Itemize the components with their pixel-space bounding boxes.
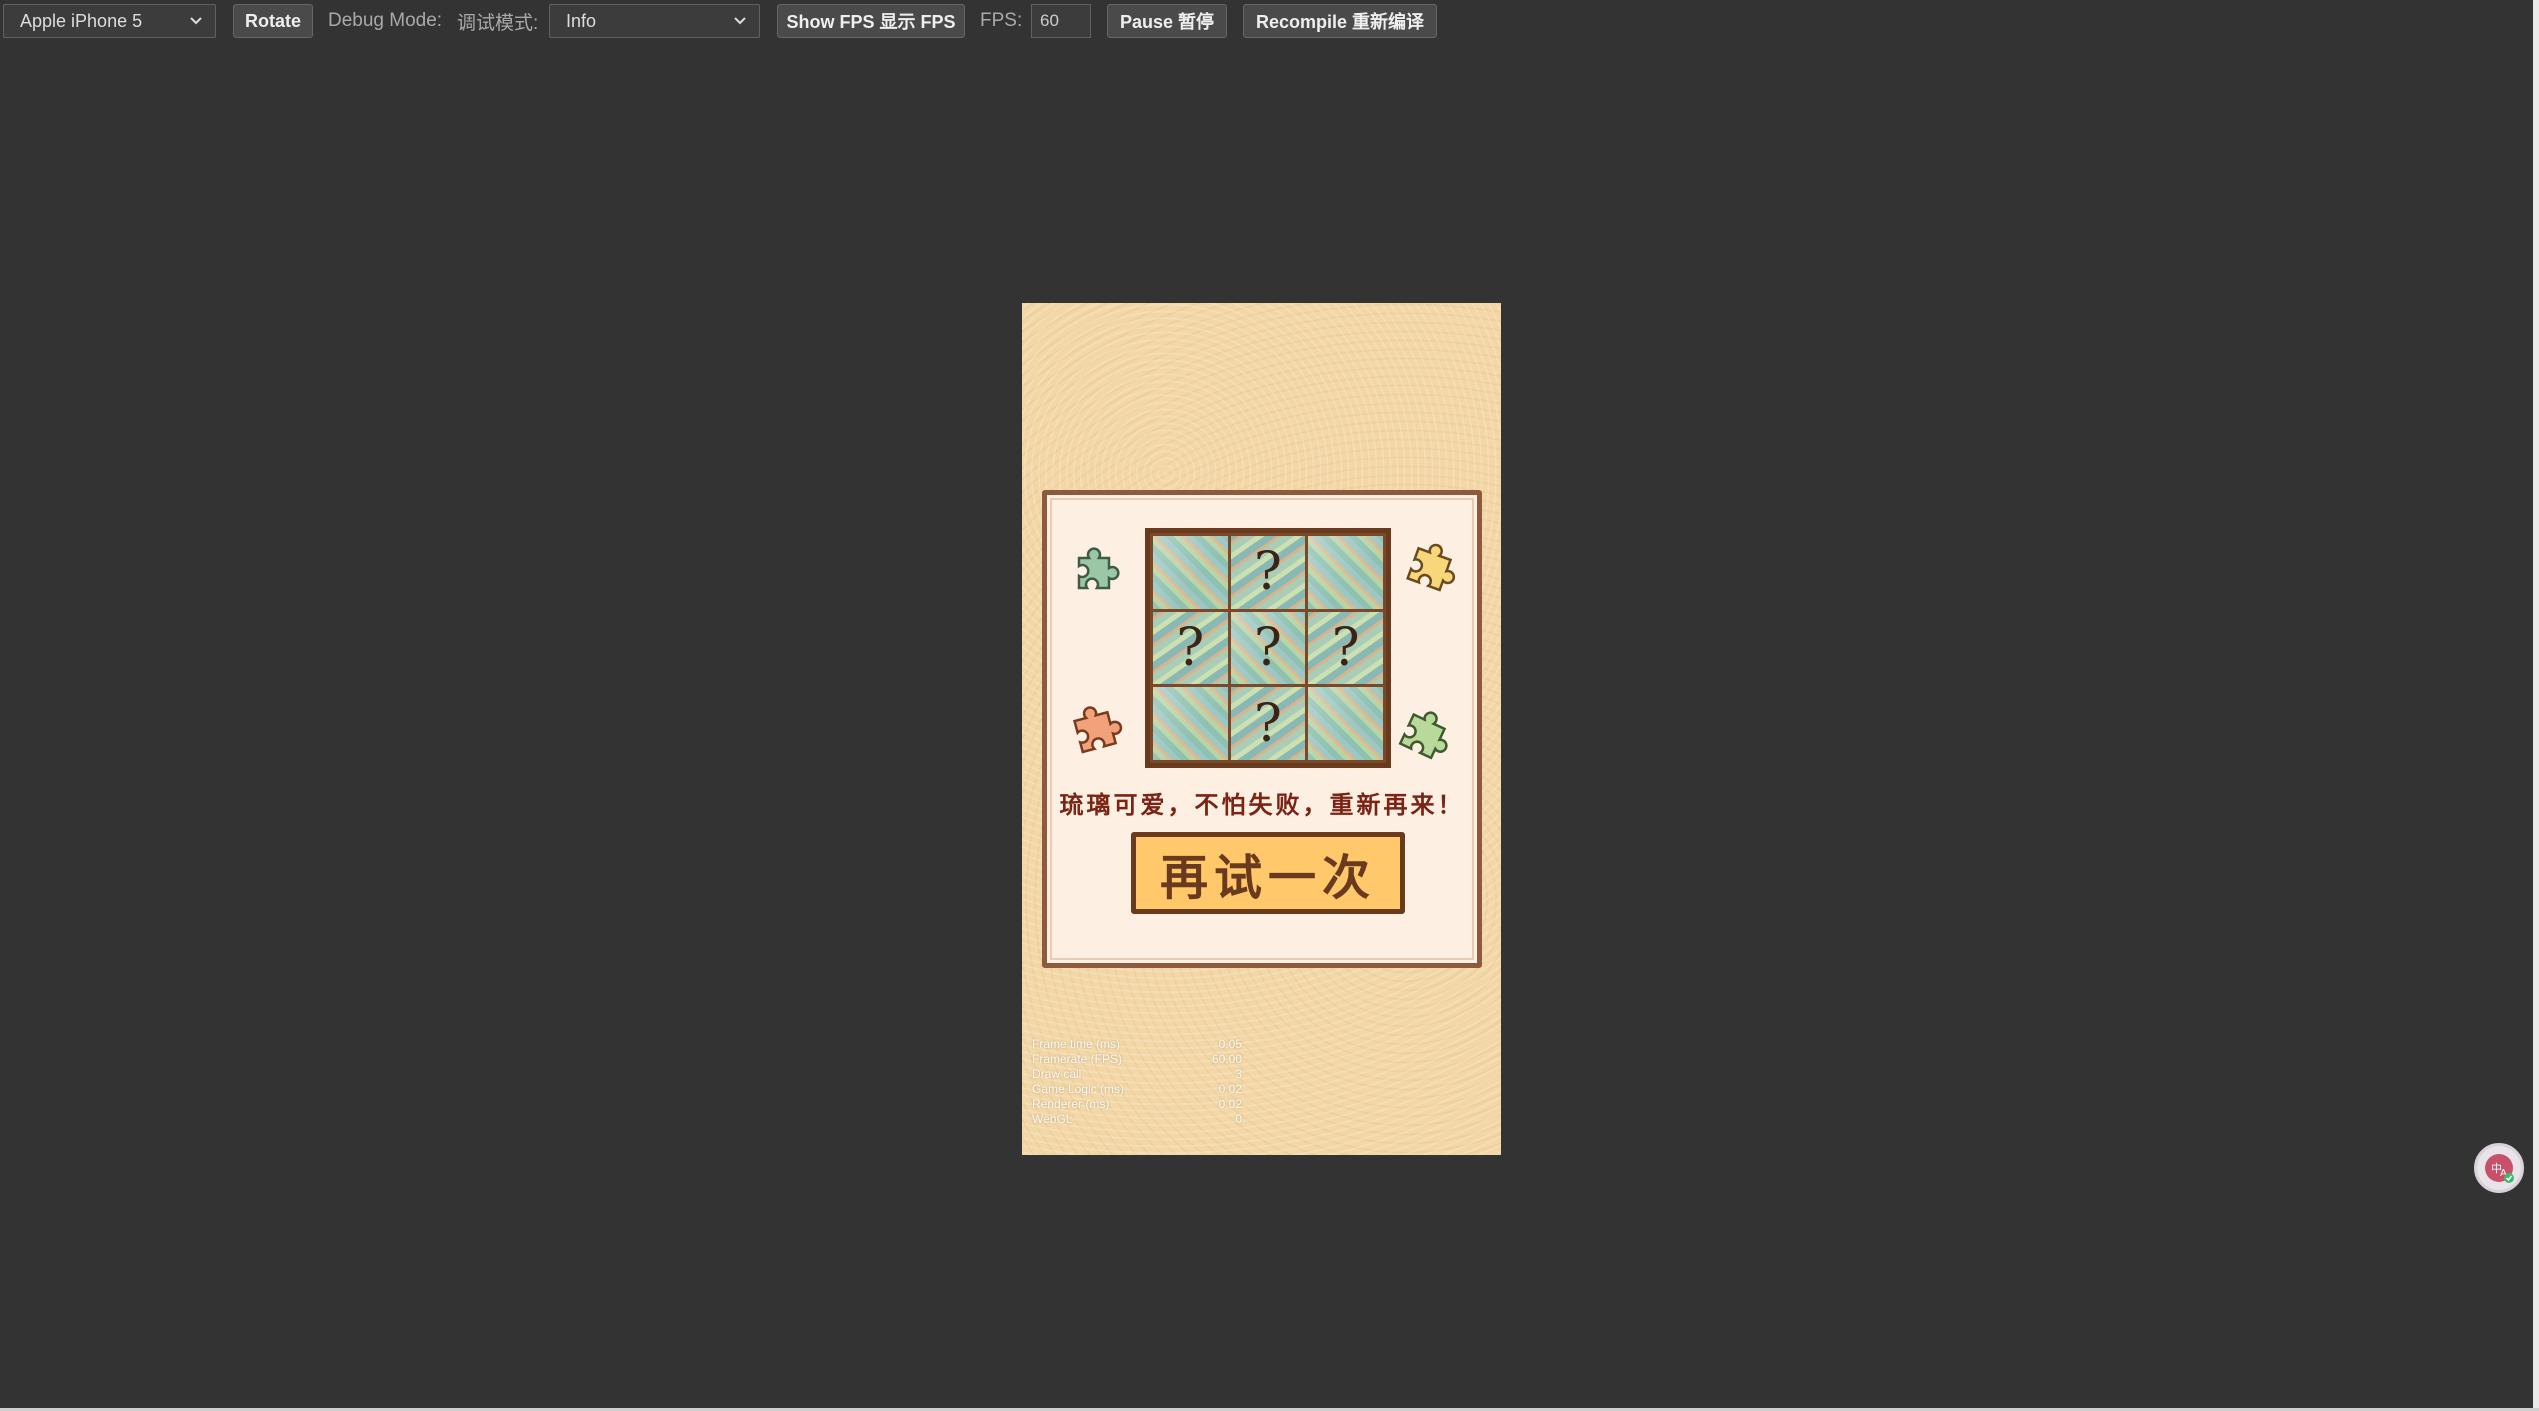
recompile-button[interactable]: Recompile 重新编译 — [1243, 4, 1437, 38]
puzzle-cell — [1308, 687, 1383, 760]
game-canvas[interactable]: ? ? ? ? ? 琉璃可爱，不怕失败，重新再来！ 再试一次 Frame tim… — [1022, 303, 1501, 1155]
puzzle-cell: ? — [1230, 536, 1306, 609]
stats-row: Draw call 3 — [1032, 1067, 1242, 1081]
retry-button[interactable]: 再试一次 — [1131, 832, 1405, 914]
puzzle-cell — [1308, 536, 1383, 609]
result-panel: ? ? ? ? ? 琉璃可爱，不怕失败，重新再来！ 再试一次 — [1042, 490, 1482, 968]
chevron-down-icon — [190, 17, 202, 25]
simulator-toolbar: Apple iPhone 5 Rotate Debug Mode: 调试模式: … — [0, 0, 1460, 46]
puzzle-cell: ? — [1153, 611, 1228, 685]
stats-row: Framerate (FPS) 60.00 — [1032, 1052, 1242, 1066]
puzzle-piece-icon — [1072, 706, 1123, 754]
debug-mode-label: Debug Mode: — [328, 10, 443, 31]
puzzle-piece-icon — [1398, 711, 1448, 760]
stats-row: Renderer (ms) 0.02 — [1032, 1097, 1242, 1111]
stats-row: WebGL 0 — [1032, 1112, 1242, 1126]
puzzle-piece-icon — [1077, 547, 1120, 590]
fps-label: FPS: — [980, 10, 1023, 31]
puzzle-cell — [1153, 536, 1228, 609]
translate-icon: 中 A — [2485, 1154, 2514, 1183]
puzzle-cell: ? — [1308, 611, 1383, 685]
device-select[interactable]: Apple iPhone 5 — [3, 4, 216, 38]
puzzle-cell: ? — [1230, 611, 1306, 685]
debug-mode-select-value: Info — [566, 10, 597, 31]
puzzle-cell — [1153, 687, 1228, 760]
rotate-button[interactable]: Rotate — [233, 4, 313, 38]
stats-row: Game Logic (ms) 0.02 — [1032, 1082, 1242, 1096]
fps-input[interactable]: 60 — [1031, 4, 1091, 38]
show-fps-button[interactable]: Show FPS 显示 FPS — [777, 4, 965, 38]
stats-row: Frame time (ms) 0.05 — [1032, 1037, 1242, 1051]
debug-mode-select[interactable]: Info — [549, 4, 760, 38]
debug-mode-label-cn: 调试模式: — [457, 12, 539, 34]
window-edge — [2533, 0, 2539, 1411]
puzzle-grid: ? ? ? ? ? — [1145, 528, 1391, 768]
puzzle-cell: ? — [1230, 687, 1306, 760]
translate-float-button[interactable]: 中 A — [2474, 1143, 2524, 1193]
pause-button[interactable]: Pause 暂停 — [1107, 4, 1227, 38]
chevron-down-icon — [734, 17, 746, 25]
debug-stats: Frame time (ms) 0.05 Framerate (FPS) 60.00… — [1032, 1037, 1242, 1127]
puzzle-piece-icon — [1406, 543, 1456, 592]
encouragement-message: 琉璃可爱，不怕失败，重新再来！ — [1059, 791, 1465, 819]
device-select-value: Apple iPhone 5 — [20, 10, 143, 31]
